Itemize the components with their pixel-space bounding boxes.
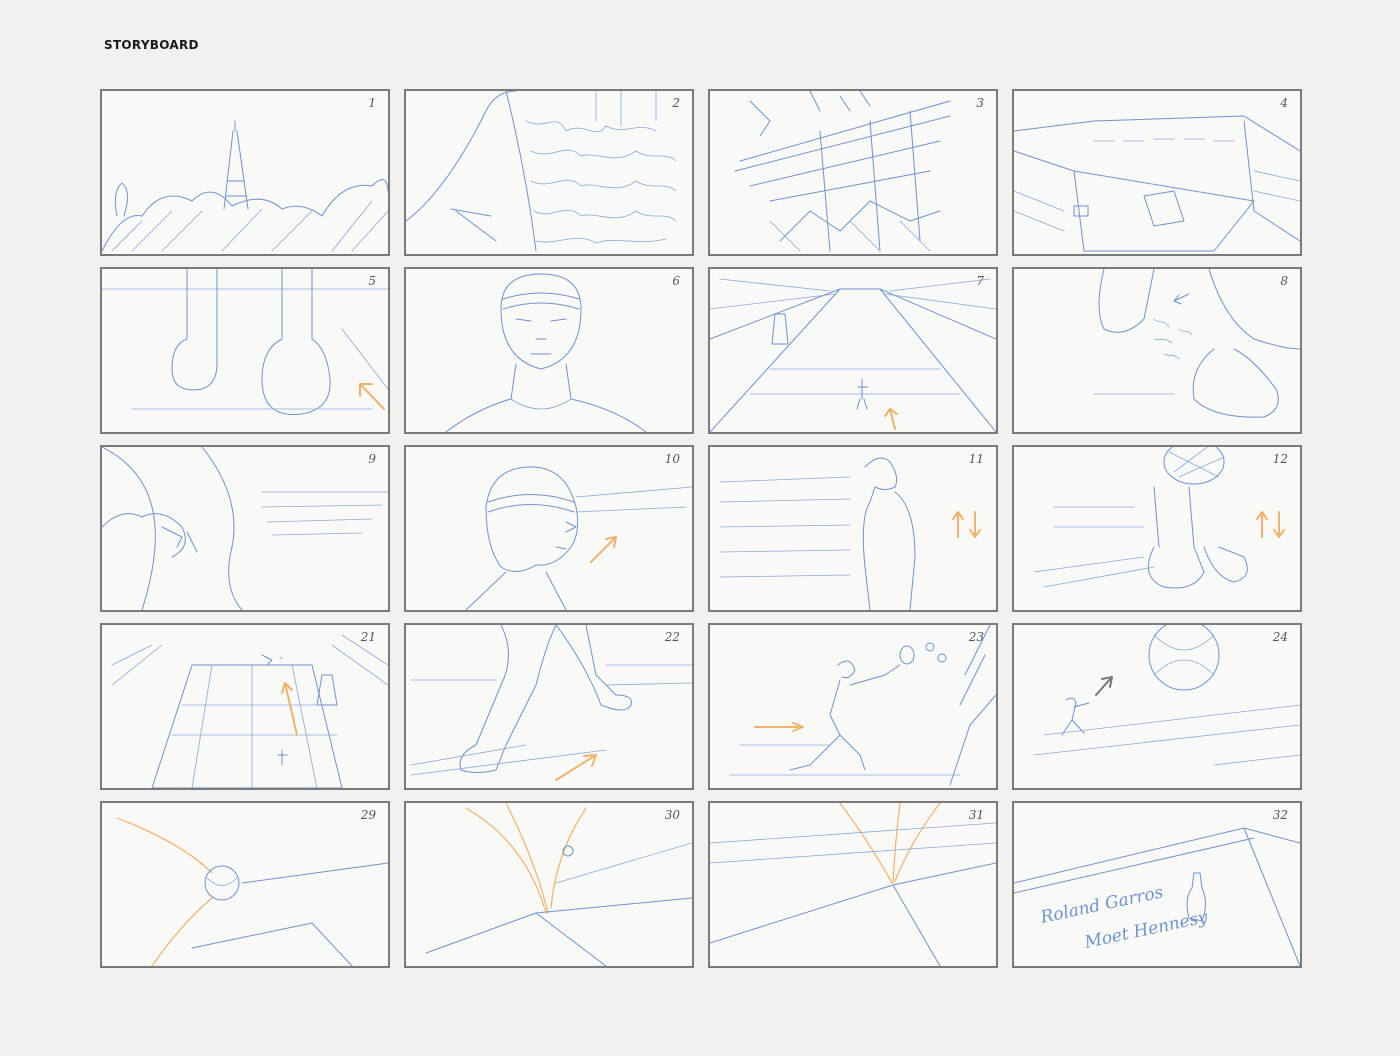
court-tunnel-sketch-icon [710,278,996,432]
storyboard-panel: 21 [100,623,390,790]
storyboard-panel: 2 [404,89,694,256]
storyboard-panel: 10 [404,445,694,612]
storyboard-grid: 1 2 3 4 5 6 7 8 9 10 11 12 21 22 23 24 2… [100,89,1302,968]
player-profile-headband-sketch-icon [465,466,692,610]
stadium-crowd-sketch-icon [406,91,677,252]
roland-garros-moet-hennessy-sketch-icon: Roland Garros Moet Hennesy [1014,827,1300,966]
storyboard-panel: 5 [100,267,390,434]
storyboard-panel: 7 [708,267,998,434]
storyboard-panel: 6 [404,267,694,434]
storyboard-panel: 30 [404,801,694,968]
storyboard-panel: 3 [708,89,998,256]
ball-bounce-line-sketch-icon [425,803,692,966]
storyboard-panel: 32 Roland Garros Moet Hennesy [1012,801,1302,968]
court-rally-sketch-icon [111,634,388,788]
player-standing-profile-sketch-icon [719,457,981,610]
storyboard-panel: 24 [1012,623,1302,790]
storyboard-panel: 23 [708,623,998,790]
racket-and-shoes-sketch-icon [1033,447,1285,589]
storyboard-panel: 1 [100,89,390,256]
hand-pocket-sketch-icon [102,447,388,610]
stadium-flags-sketch-icon [734,91,951,252]
player-forehand-sketch-icon [729,625,996,786]
player-feet-walking-sketch-icon [102,269,388,416]
storyboard-panel: 22 [404,623,694,790]
ball-trajectory-sketch-icon [116,817,388,966]
page-title: STORYBOARD [104,38,199,52]
storyboard-panel: 12 [1012,445,1302,612]
storyboard-panel: 4 [1012,89,1302,256]
player-legs-running-sketch-icon [410,625,692,781]
tennis-stadium-aerial-sketch-icon [1014,115,1300,252]
ball-impact-sketch-icon [710,803,996,966]
storyboard-panel: 31 [708,801,998,968]
storyboard-panel: 29 [100,801,390,968]
storyboard-panel: 11 [708,445,998,612]
paris-eiffel-tower-sketch-icon [102,120,388,252]
shoe-clay-dust-sketch-icon [1093,269,1300,418]
ball-closeup-player-sketch-icon [1033,625,1300,766]
storyboard-panel: 8 [1012,267,1302,434]
storyboard-panel: 9 [100,445,390,612]
player-face-low-angle-sketch-icon [445,273,647,432]
